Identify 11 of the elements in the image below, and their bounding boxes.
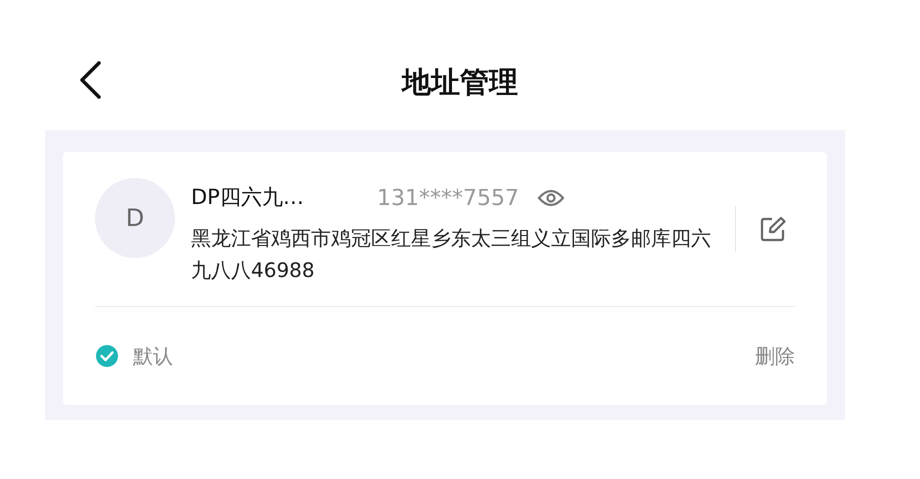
phone-number: 131****7557 <box>377 184 519 212</box>
check-circle-icon[interactable] <box>95 344 119 368</box>
default-label: 默认 <box>133 343 173 370</box>
delete-link[interactable]: 删除 <box>755 341 795 371</box>
eye-icon[interactable] <box>536 188 565 208</box>
contact-name: DP四六九… <box>191 184 305 212</box>
address-text: 黑龙江省鸡西市鸡冠区红星乡东太三组义立国际多邮库四六九八八46988 <box>191 225 712 284</box>
edit-icon[interactable] <box>760 216 786 242</box>
page-title: 地址管理 <box>402 64 518 101</box>
avatar: D <box>95 178 175 258</box>
back-icon[interactable] <box>78 60 102 100</box>
